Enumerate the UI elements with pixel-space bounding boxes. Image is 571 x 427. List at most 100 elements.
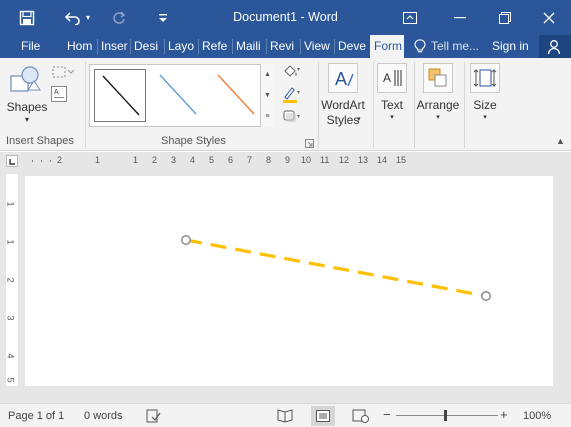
shape-fill-icon[interactable]: ▾ <box>281 63 303 81</box>
tab-file[interactable]: File <box>21 35 47 58</box>
ruler-number: 4 <box>190 155 196 165</box>
text-box-icon[interactable]: A <box>51 86 69 104</box>
zoom-slider-track[interactable] <box>396 415 498 416</box>
tab-format[interactable]: Form <box>370 35 404 58</box>
arrange-dropdown-icon[interactable]: ▾ <box>413 113 463 121</box>
vertical-ruler: 1 1 2 3 4 5 <box>6 174 18 386</box>
svg-text:A: A <box>335 69 347 89</box>
ruler-number: 6 <box>228 155 234 165</box>
sign-in-link[interactable]: Sign in <box>492 35 532 58</box>
arrange-icon[interactable] <box>423 63 453 93</box>
ruler-number: 1 <box>5 239 16 245</box>
tell-me-input[interactable]: Tell me... <box>431 35 485 58</box>
shape-outline-icon[interactable]: ▾ <box>281 85 303 103</box>
gallery-scroll-down-icon[interactable]: ▼ <box>260 85 274 106</box>
page-count[interactable]: Page 1 of 1 <box>8 410 64 422</box>
document-area: 1 1 2 3 4 5 <box>0 170 571 403</box>
ribbon: Shapes ▾ A Insert Shapes ▲ ▼ ≡ ▾ ▾ ▾ Sha… <box>0 58 571 151</box>
size-dropdown-icon[interactable]: ▾ <box>465 113 505 121</box>
ribbon-display-options-icon[interactable] <box>393 0 427 35</box>
collapse-ribbon-icon[interactable]: ▲ <box>556 136 565 146</box>
word-count[interactable]: 0 words <box>84 410 123 422</box>
ruler-number: 15 <box>396 155 407 165</box>
ruler-number: 3 <box>5 315 16 321</box>
ruler-number: 1 <box>133 155 139 165</box>
title-bar: ▾ Document1 - Word <box>0 0 571 35</box>
ruler-number: 13 <box>358 155 369 165</box>
line-start-handle[interactable] <box>181 235 191 245</box>
ruler-number: 3 <box>171 155 177 165</box>
gallery-scroll-up-icon[interactable]: ▲ <box>260 64 274 85</box>
web-layout-icon[interactable] <box>352 408 372 424</box>
wordart-dropdown-icon[interactable]: ▾ <box>357 115 361 123</box>
shapes-button[interactable]: Shapes <box>4 100 50 114</box>
tab-insert[interactable]: Inser <box>101 35 128 58</box>
ruler-number: 1 <box>5 201 16 207</box>
ruler-number: 1 <box>95 155 101 165</box>
tab-design[interactable]: Desi <box>134 35 162 58</box>
svg-text:▾: ▾ <box>297 90 300 96</box>
window-title: Document1 - Word <box>233 10 338 24</box>
tab-developer[interactable]: Deve <box>338 35 368 58</box>
restore-icon[interactable] <box>488 0 522 35</box>
horizontal-ruler: 2 1 1 2 3 4 5 6 7 8 9 10 11 12 13 14 15 <box>0 152 571 170</box>
ruler-number: 5 <box>5 377 16 383</box>
document-page[interactable] <box>25 176 553 386</box>
text-button[interactable]: Text <box>372 98 412 112</box>
size-icon[interactable] <box>470 63 500 93</box>
tab-review[interactable]: Revi <box>270 35 298 58</box>
print-layout-icon[interactable] <box>311 406 335 426</box>
ruler-number: 7 <box>247 155 253 165</box>
shape-effects-icon[interactable]: ▾ <box>281 107 303 125</box>
dialog-launcher-icon[interactable] <box>305 137 314 148</box>
close-icon[interactable] <box>532 0 566 35</box>
ruler-number: 14 <box>377 155 388 165</box>
shape-style-black[interactable] <box>94 69 146 122</box>
svg-text:▾: ▾ <box>297 67 300 73</box>
proofing-icon[interactable] <box>145 408 161 424</box>
shape-style-orange[interactable] <box>210 69 262 122</box>
text-dropdown-icon[interactable]: ▾ <box>372 113 412 121</box>
zoom-out-button[interactable]: − <box>383 407 391 422</box>
dashed-line-shape[interactable] <box>185 238 487 298</box>
ruler-number: 11 <box>320 155 330 165</box>
shapes-dropdown-icon[interactable]: ▾ <box>4 115 50 124</box>
tab-home[interactable]: Hom <box>67 35 94 58</box>
shape-styles-group-label: Shape Styles <box>161 135 226 147</box>
line-end-handle[interactable] <box>481 291 491 301</box>
share-icon[interactable] <box>539 35 571 58</box>
ruler-number: 2 <box>152 155 158 165</box>
tab-mailings[interactable]: Maili <box>236 35 264 58</box>
tab-references[interactable]: Refe <box>202 35 230 58</box>
svg-text:A: A <box>383 71 391 85</box>
gallery-more-icon[interactable]: ≡ <box>260 106 274 127</box>
zoom-in-button[interactable]: + <box>500 407 508 422</box>
text-direction-icon[interactable]: A <box>377 63 407 93</box>
shapes-icon[interactable] <box>8 64 44 94</box>
ruler-number: 12 <box>339 155 350 165</box>
edit-shape-icon[interactable] <box>51 64 75 82</box>
ribbon-tab-row: File Hom Inser Desi Layo Refe Maili Revi… <box>0 35 571 58</box>
ruler-number: 8 <box>266 155 272 165</box>
wordart-label-2[interactable]: Styles <box>315 113 371 127</box>
line-shape-canvas <box>181 235 491 301</box>
svg-text:▾: ▾ <box>297 114 300 120</box>
wordart-label-1[interactable]: WordArt <box>315 98 371 112</box>
zoom-level[interactable]: 100% <box>523 410 551 422</box>
tab-selector-icon[interactable] <box>6 155 18 167</box>
ruler-number: 2 <box>5 277 16 283</box>
ruler-number: 9 <box>285 155 291 165</box>
minimize-icon[interactable] <box>443 0 477 35</box>
ruler-number: 10 <box>301 155 312 165</box>
tab-view[interactable]: View <box>304 35 332 58</box>
size-button[interactable]: Size <box>465 98 505 112</box>
arrange-button[interactable]: Arrange <box>413 98 463 112</box>
read-mode-icon[interactable] <box>276 407 296 425</box>
svg-text:A: A <box>54 89 59 96</box>
lightbulb-icon <box>414 39 428 55</box>
zoom-slider-thumb[interactable] <box>444 410 447 421</box>
wordart-icon[interactable]: A <box>328 63 358 93</box>
tab-layout[interactable]: Layo <box>168 35 196 58</box>
insert-shapes-group-label: Insert Shapes <box>6 135 74 147</box>
shape-style-blue[interactable] <box>152 69 204 122</box>
